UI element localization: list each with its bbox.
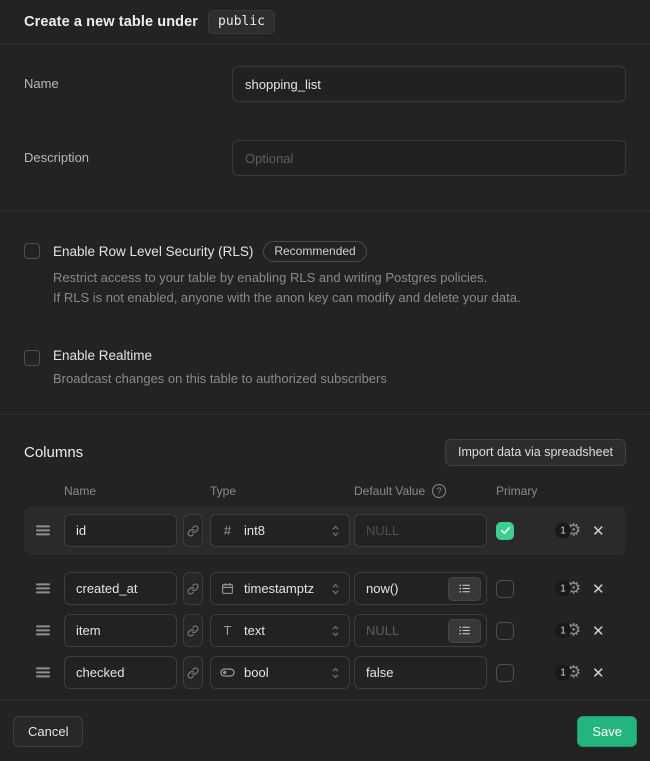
help-icon[interactable]: ? bbox=[432, 484, 446, 498]
rls-checkbox[interactable] bbox=[24, 243, 40, 259]
drag-handle-icon[interactable] bbox=[36, 581, 50, 596]
drag-handle-icon[interactable] bbox=[36, 665, 50, 680]
column-type-select[interactable]: # int8 bbox=[210, 514, 350, 547]
options-section: Enable Row Level Security (RLS) Recommen… bbox=[0, 211, 650, 415]
column-settings-button[interactable]: 1 ⚙ bbox=[555, 664, 581, 681]
chevron-up-down-icon bbox=[331, 582, 340, 596]
foreign-key-link-icon[interactable] bbox=[183, 656, 203, 689]
column-type-select[interactable]: bool bbox=[210, 656, 350, 689]
column-default-input bbox=[354, 514, 487, 547]
header-default-value: Default Value ? bbox=[354, 484, 446, 498]
header-primary: Primary bbox=[496, 484, 537, 498]
settings-count-badge: 1 bbox=[555, 623, 571, 639]
rls-label: Enable Row Level Security (RLS) bbox=[53, 244, 253, 259]
realtime-checkbox[interactable] bbox=[24, 350, 40, 366]
dialog-title: Create a new table under bbox=[24, 14, 198, 30]
name-label: Name bbox=[24, 66, 232, 91]
foreign-key-link-icon[interactable] bbox=[183, 572, 203, 605]
toggle-icon bbox=[220, 667, 235, 678]
chevron-up-down-icon bbox=[331, 666, 340, 680]
column-settings-button[interactable]: 1 ⚙ bbox=[555, 522, 581, 539]
basic-info-section: Name Description bbox=[0, 44, 650, 211]
settings-count-badge: 1 bbox=[555, 581, 571, 597]
realtime-toggle-block: Enable Realtime Broadcast changes on thi… bbox=[24, 348, 626, 389]
realtime-description-line: Broadcast changes on this table to autho… bbox=[53, 369, 626, 389]
column-type-select[interactable]: T text bbox=[210, 614, 350, 647]
description-row: Description bbox=[24, 140, 626, 176]
primary-checkbox[interactable] bbox=[496, 622, 514, 640]
save-button[interactable]: Save bbox=[577, 716, 637, 747]
primary-checkbox[interactable] bbox=[496, 664, 514, 682]
table-description-input[interactable] bbox=[232, 140, 626, 176]
settings-count-badge: 1 bbox=[555, 665, 571, 681]
header-type: Type bbox=[210, 484, 236, 498]
remove-column-icon[interactable]: ✕ bbox=[590, 620, 607, 642]
column-settings-button[interactable]: 1 ⚙ bbox=[555, 580, 581, 597]
column-name-input[interactable] bbox=[64, 614, 177, 647]
calendar-icon bbox=[220, 582, 235, 595]
remove-column-icon[interactable]: ✕ bbox=[590, 662, 607, 684]
remove-column-icon[interactable]: ✕ bbox=[590, 520, 607, 542]
description-label: Description bbox=[24, 140, 232, 165]
rls-description-line: Restrict access to your table by enablin… bbox=[53, 268, 626, 288]
rls-description-line: If RLS is not enabled, anyone with the a… bbox=[53, 288, 626, 308]
drag-handle-icon[interactable] bbox=[36, 523, 50, 538]
remove-column-icon[interactable]: ✕ bbox=[590, 578, 607, 600]
column-row-checked: bool 1 ⚙ ✕ bbox=[24, 656, 626, 689]
column-type-select[interactable]: timestamptz bbox=[210, 572, 350, 605]
columns-table-headers: Name Type Default Value ? Primary bbox=[24, 484, 626, 497]
column-name-input[interactable] bbox=[64, 572, 177, 605]
foreign-key-link-icon[interactable] bbox=[183, 514, 203, 547]
column-row-item: T text 1 ⚙ ✕ bbox=[24, 614, 626, 647]
chevron-up-down-icon bbox=[331, 624, 340, 638]
hash-icon: # bbox=[220, 523, 235, 538]
import-spreadsheet-button[interactable]: Import data via spreadsheet bbox=[445, 439, 626, 466]
cancel-button[interactable]: Cancel bbox=[13, 716, 83, 747]
drag-handle-icon[interactable] bbox=[36, 623, 50, 638]
column-row-created-at: timestamptz 1 ⚙ ✕ bbox=[24, 572, 626, 605]
dialog-header: Create a new table under public bbox=[0, 0, 650, 44]
column-name-input[interactable] bbox=[64, 656, 177, 689]
schema-badge: public bbox=[208, 10, 275, 34]
column-name-input[interactable] bbox=[64, 514, 177, 547]
create-table-dialog: Create a new table under public Name Des… bbox=[0, 0, 650, 761]
dialog-footer: Cancel Save bbox=[0, 701, 650, 761]
column-row-highlight: # int8 1 ⚙ ✕ bbox=[24, 506, 626, 555]
realtime-label: Enable Realtime bbox=[53, 348, 152, 363]
columns-section: Columns Import data via spreadsheet Name… bbox=[0, 415, 650, 701]
recommended-badge: Recommended bbox=[263, 241, 366, 262]
default-value-menu-icon[interactable] bbox=[448, 577, 481, 601]
columns-title: Columns bbox=[24, 444, 83, 461]
text-type-icon: T bbox=[220, 623, 235, 638]
default-value-menu-icon[interactable] bbox=[448, 619, 481, 643]
column-row-id: # int8 1 ⚙ ✕ bbox=[24, 514, 626, 547]
header-name: Name bbox=[64, 484, 96, 498]
table-name-input[interactable] bbox=[232, 66, 626, 102]
name-row: Name bbox=[24, 66, 626, 102]
column-default-input[interactable] bbox=[354, 656, 487, 689]
foreign-key-link-icon[interactable] bbox=[183, 614, 203, 647]
chevron-up-down-icon bbox=[331, 524, 340, 538]
column-settings-button[interactable]: 1 ⚙ bbox=[555, 622, 581, 639]
primary-checkbox[interactable] bbox=[496, 580, 514, 598]
primary-checkbox[interactable] bbox=[496, 522, 514, 540]
rls-toggle-block: Enable Row Level Security (RLS) Recommen… bbox=[24, 241, 626, 308]
settings-count-badge: 1 bbox=[555, 523, 571, 539]
